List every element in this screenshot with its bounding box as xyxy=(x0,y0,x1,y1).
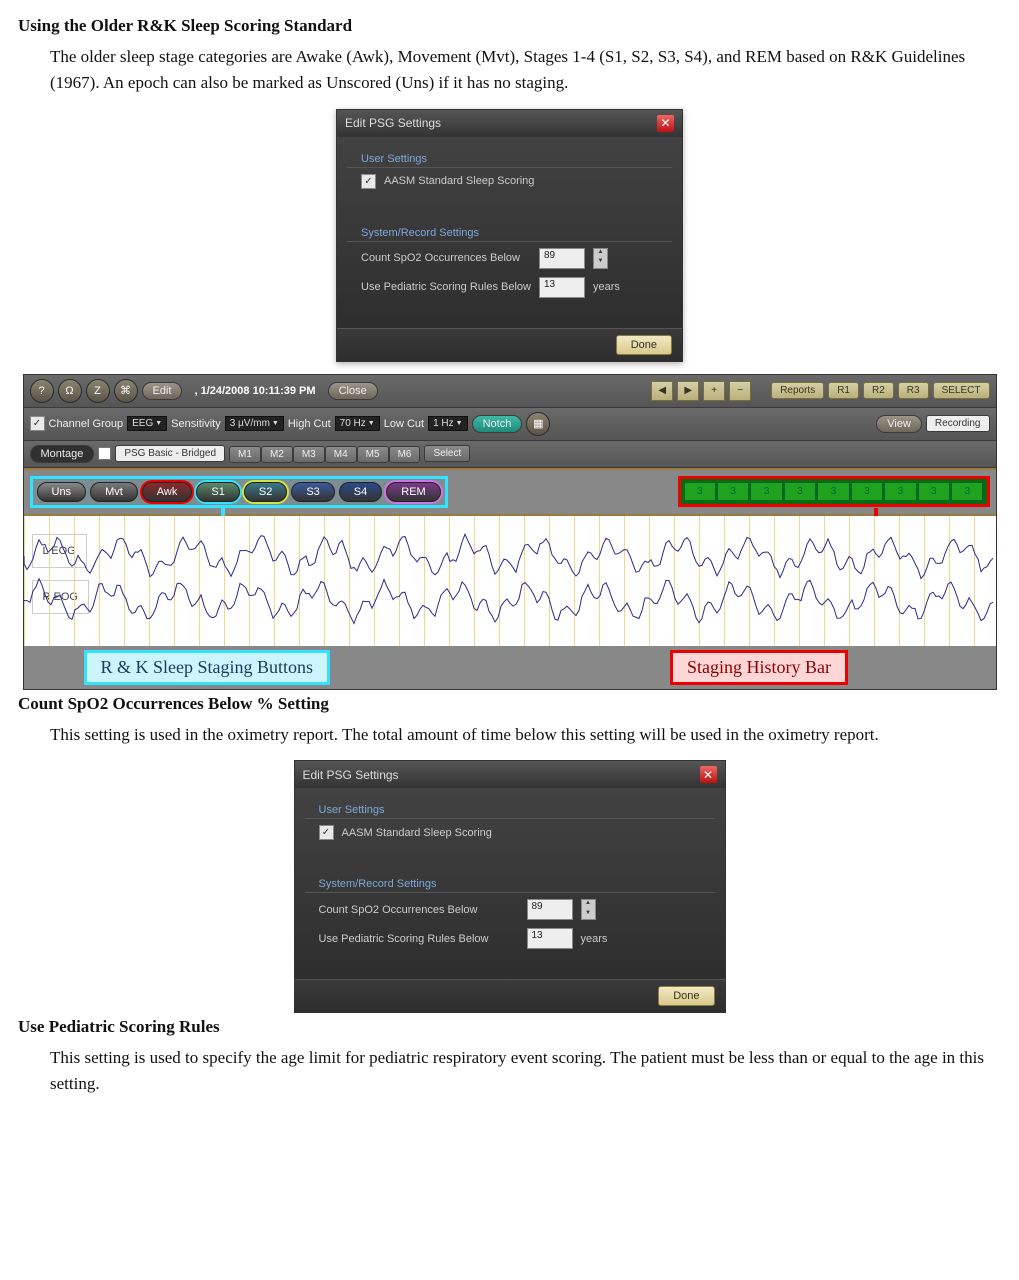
done-button-2[interactable]: Done xyxy=(658,986,714,1006)
montage-button[interactable]: Montage xyxy=(30,445,95,463)
label-hc: High Cut xyxy=(288,418,331,430)
icon-z[interactable]: Z xyxy=(86,379,110,403)
section-system-settings-2: System/Record Settings xyxy=(305,868,715,893)
nav-prev[interactable]: ◀ xyxy=(651,381,673,401)
checkbox-aasm-2[interactable]: ✓ xyxy=(319,825,334,840)
para-spo2: This setting is used in the oximetry rep… xyxy=(50,722,1001,748)
select-button[interactable]: SELECT xyxy=(933,382,990,399)
label-spo2-2: Count SpO2 Occurrences Below xyxy=(319,904,519,916)
recording-label: Recording xyxy=(926,415,990,432)
input-spo2[interactable]: 89 xyxy=(539,248,585,269)
stage-s2[interactable]: S2 xyxy=(244,482,287,502)
dropdown-sens[interactable]: 3 µV/mm▼ xyxy=(225,416,284,431)
montage-m3[interactable]: M3 xyxy=(293,446,325,463)
label-lc: Low Cut xyxy=(384,418,424,430)
heading-spo2: Count SpO2 Occurrences Below % Setting xyxy=(18,694,1001,714)
icon-misc[interactable]: ⌘ xyxy=(114,379,138,403)
section-user-settings-2: User Settings xyxy=(305,794,715,819)
montage-m5[interactable]: M5 xyxy=(357,446,389,463)
dropdown-hc[interactable]: 70 Hz▼ xyxy=(335,416,380,431)
stage-mvt[interactable]: Mvt xyxy=(90,482,138,502)
para-ped: This setting is used to specify the age … xyxy=(50,1045,1001,1098)
stage-s3[interactable]: S3 xyxy=(291,482,334,502)
heading-rk: Using the Older R&K Sleep Scoring Standa… xyxy=(18,16,1001,36)
icon-grid[interactable]: ▦ xyxy=(526,412,550,436)
section-system-settings: System/Record Settings xyxy=(347,217,672,242)
unit-years: years xyxy=(593,281,620,293)
stage-awk[interactable]: Awk xyxy=(142,482,193,502)
hist-cell: 3 xyxy=(884,482,916,501)
hist-cell: 3 xyxy=(750,482,782,501)
input-ped[interactable]: 13 xyxy=(539,277,585,298)
spinner-spo2[interactable]: ▲▼ xyxy=(593,248,608,269)
checkbox-aasm-label-2: AASM Standard Sleep Scoring xyxy=(342,827,492,839)
hist-cell: 3 xyxy=(717,482,749,501)
para-rk: The older sleep stage categories are Awa… xyxy=(50,44,1001,97)
r2-button[interactable]: R2 xyxy=(863,382,894,399)
r1-button[interactable]: R1 xyxy=(828,382,859,399)
checkbox-aasm[interactable]: ✓ xyxy=(361,174,376,189)
dialog-edit-psg-2: Edit PSG Settings ✕ User Settings ✓ AASM S… xyxy=(294,760,726,1013)
label-ped-2: Use Pediatric Scoring Rules Below xyxy=(319,933,519,945)
timestamp: , 1/24/2008 10:11:39 PM xyxy=(194,385,315,397)
dialog-title: Edit PSG Settings xyxy=(345,116,441,130)
waveform-area: L EOG R EOG xyxy=(24,516,996,646)
reports-button[interactable]: Reports xyxy=(771,382,824,399)
spinner-spo2-2[interactable]: ▲▼ xyxy=(581,899,596,920)
unit-years-2: years xyxy=(581,933,608,945)
caption-history-bar: Staging History Bar xyxy=(670,650,848,685)
stage-rem[interactable]: REM xyxy=(386,482,440,502)
input-spo2-2[interactable]: 89 xyxy=(527,899,573,920)
montage-m2[interactable]: M2 xyxy=(261,446,293,463)
montage-m6[interactable]: M6 xyxy=(389,446,421,463)
hist-cell: 3 xyxy=(851,482,883,501)
dropdown-lc[interactable]: 1 Hz▼ xyxy=(428,416,468,431)
section-user-settings: User Settings xyxy=(347,143,672,168)
nav-next[interactable]: ▶ xyxy=(677,381,699,401)
r3-button[interactable]: R3 xyxy=(898,382,929,399)
caption-rk-buttons: R & K Sleep Staging Buttons xyxy=(84,650,331,685)
stage-s4[interactable]: S4 xyxy=(339,482,382,502)
stage-s1[interactable]: S1 xyxy=(196,482,239,502)
label-spo2: Count SpO2 Occurrences Below xyxy=(361,252,531,264)
stage-uns[interactable]: Uns xyxy=(37,482,87,502)
hist-cell: 3 xyxy=(817,482,849,501)
montage-m1[interactable]: M1 xyxy=(229,446,261,463)
screenshot-toolbar: ? Ω Z ⌘ Edit , 1/24/2008 10:11:39 PM Clo… xyxy=(23,374,997,690)
view-button[interactable]: View xyxy=(876,415,922,433)
nav-add[interactable]: + xyxy=(703,381,725,401)
hist-cell: 3 xyxy=(951,482,983,501)
dialog-edit-psg-1: Edit PSG Settings ✕ User Settings ✓ AASM S… xyxy=(336,109,683,362)
dropdown-eeg[interactable]: EEG▼ xyxy=(127,416,167,431)
hist-cell: 3 xyxy=(918,482,950,501)
checkbox-aasm-label: AASM Standard Sleep Scoring xyxy=(384,175,534,187)
close-icon[interactable]: ✕ xyxy=(657,115,674,132)
hist-cell: 3 xyxy=(784,482,816,501)
label-cg: Channel Group xyxy=(49,418,124,430)
hist-cell: 3 xyxy=(684,482,716,501)
edit-button[interactable]: Edit xyxy=(142,382,183,400)
montage-select-button[interactable]: Select xyxy=(424,445,470,462)
help-icon[interactable]: ? xyxy=(30,379,54,403)
montage-m4[interactable]: M4 xyxy=(325,446,357,463)
close-button[interactable]: Close xyxy=(328,382,378,400)
staging-history-bar: 333333333 xyxy=(678,476,990,507)
stage-buttons-group: UnsMvtAwkS1S2S3S4REM xyxy=(30,476,448,508)
montage-name: PSG Basic - Bridged xyxy=(115,445,225,462)
checkbox-cg[interactable]: ✓ xyxy=(30,416,45,431)
input-ped-2[interactable]: 13 xyxy=(527,928,573,949)
label-sens: Sensitivity xyxy=(171,418,221,430)
label-ped: Use Pediatric Scoring Rules Below xyxy=(361,281,531,293)
dialog-title-2: Edit PSG Settings xyxy=(303,768,399,782)
icon-omega[interactable]: Ω xyxy=(58,379,82,403)
close-icon-2[interactable]: ✕ xyxy=(700,766,717,783)
nav-sub[interactable]: − xyxy=(729,381,751,401)
notch-button[interactable]: Notch xyxy=(472,415,523,433)
done-button[interactable]: Done xyxy=(616,335,672,355)
heading-ped: Use Pediatric Scoring Rules xyxy=(18,1017,1001,1037)
checkbox-montage[interactable] xyxy=(98,447,111,460)
